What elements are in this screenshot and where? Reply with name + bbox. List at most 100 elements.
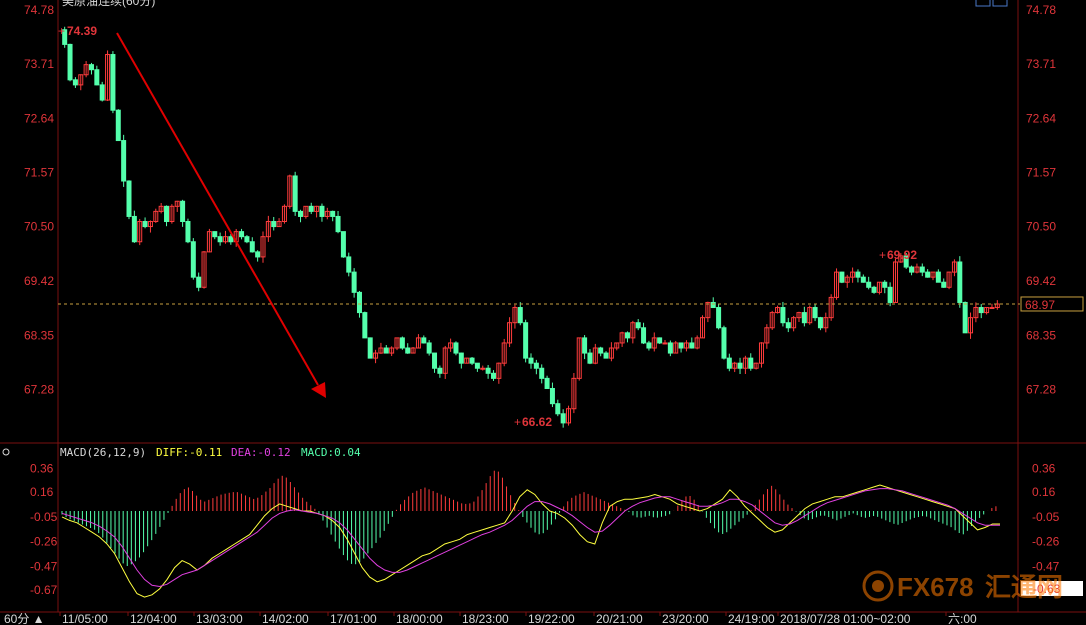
restore-icon[interactable] xyxy=(975,0,991,7)
candle-body xyxy=(99,84,105,101)
fx678-logo-inner xyxy=(872,580,884,592)
candle-body xyxy=(292,175,298,212)
candle-body xyxy=(217,236,223,243)
macd-tick-left: -0.67 xyxy=(30,583,58,597)
trend-arrow xyxy=(116,32,326,398)
macd-histogram xyxy=(61,470,997,567)
macd-tick-right: 0.36 xyxy=(1032,462,1056,476)
candle-body xyxy=(957,261,963,303)
local-high-price-label: 69.92 xyxy=(887,248,917,262)
time-label: 六:00 xyxy=(948,612,977,625)
macd-tick-left: 0.36 xyxy=(30,462,54,476)
candle-body xyxy=(308,205,314,212)
price-candles xyxy=(62,26,1000,428)
macd-label: MACD(26,12,9) xyxy=(60,446,146,459)
candle-body xyxy=(383,347,389,354)
maximize-icon[interactable] xyxy=(992,0,1008,7)
candle-body xyxy=(249,241,255,253)
candle-body xyxy=(340,231,346,258)
price-tick-left: 69.42 xyxy=(24,274,54,288)
candlestick-chart: 美原油连续(60分) 74.78 73.71 72.64 71.57 70.50 69.4… xyxy=(0,0,1086,625)
candle-body xyxy=(555,403,561,415)
candle-body xyxy=(142,221,148,228)
candle-body xyxy=(646,342,652,349)
price-tick-left: 70.50 xyxy=(24,220,54,234)
candle-body xyxy=(131,215,137,243)
time-label: 19/22:00 xyxy=(528,612,575,625)
last-price-value: 68.97 xyxy=(1025,298,1055,312)
candle-body xyxy=(437,367,443,374)
candle-body xyxy=(909,266,915,273)
macd-axis-left: 0.36 0.16 -0.05 -0.26 -0.47 -0.67 xyxy=(30,462,58,598)
candle-body xyxy=(678,342,684,349)
candle-body xyxy=(426,342,432,354)
time-label: 14/02:00 xyxy=(262,612,309,625)
price-tick-left: 68.35 xyxy=(24,328,54,342)
candle-body xyxy=(866,281,872,288)
price-tick-left: 72.64 xyxy=(24,111,54,125)
time-label: 12/04:00 xyxy=(130,612,177,625)
candle-body xyxy=(587,352,593,364)
chart-title: 美原油连续(60分) xyxy=(62,0,155,8)
local-high-marker: + xyxy=(879,248,886,262)
macd-legend: MACD(26,12,9) DIFF:-0.11 DEA:-0.12 MACD:… xyxy=(2,446,361,459)
candle-body xyxy=(549,387,555,405)
candle-body xyxy=(367,337,373,359)
window-buttons[interactable] xyxy=(975,0,1008,7)
price-axis-left: 74.78 73.71 72.64 71.57 70.50 69.42 68.35 67.28 xyxy=(24,3,54,397)
price-tick-left: 74.78 xyxy=(24,3,54,17)
candle-body xyxy=(989,307,995,310)
price-axis-right: 74.78 73.71 72.64 71.57 70.50 69.42 68.35 67.28 xyxy=(1026,3,1056,397)
candle-body xyxy=(855,271,861,278)
candle-body xyxy=(710,301,716,309)
candle-body xyxy=(882,281,888,288)
candle-body xyxy=(528,357,534,364)
candle-body xyxy=(662,342,668,345)
diff-label: DIFF:-0.11 xyxy=(156,446,222,459)
candle-body xyxy=(244,236,250,243)
indicator-icon[interactable] xyxy=(2,448,10,456)
watermark-text: FX678 xyxy=(897,572,974,602)
macd-tick-right: 0.16 xyxy=(1032,485,1056,499)
macd-tick-left: -0.47 xyxy=(30,559,58,573)
candle-body xyxy=(748,357,754,369)
candle-body xyxy=(185,221,191,243)
low-marker: + xyxy=(514,415,521,429)
candle-body xyxy=(346,256,352,273)
candle-body xyxy=(121,140,127,182)
price-tick-left: 73.71 xyxy=(24,57,54,71)
candle-body xyxy=(298,210,304,217)
candle-body xyxy=(962,301,968,334)
candle-body xyxy=(212,231,218,238)
high-price-label: 74.39 xyxy=(67,24,97,38)
candle-body xyxy=(919,266,925,273)
candle-body xyxy=(517,307,523,324)
candle-body xyxy=(624,332,630,339)
candle-body xyxy=(72,79,78,86)
period-selector[interactable]: 60分 ▲ xyxy=(4,612,45,625)
candle-body xyxy=(180,200,186,223)
candle-body xyxy=(598,347,604,354)
candle-body xyxy=(935,271,941,283)
candle-body xyxy=(689,342,695,349)
candle-body xyxy=(469,357,475,364)
price-tick-right: 72.64 xyxy=(1026,111,1056,125)
candle-body xyxy=(560,413,566,424)
candle-body xyxy=(319,205,325,217)
candle-body xyxy=(490,372,496,379)
candle-body xyxy=(88,64,94,71)
candle-body xyxy=(523,322,529,359)
candle-body xyxy=(817,317,823,329)
time-label: 18/00:00 xyxy=(396,612,443,625)
candle-body xyxy=(860,276,866,283)
candle-body xyxy=(126,180,132,217)
candle-body xyxy=(480,367,486,370)
high-marker: + xyxy=(58,24,65,38)
candle-body xyxy=(657,337,663,344)
candle-body xyxy=(641,327,647,344)
candle-body xyxy=(239,231,245,238)
price-tick-right: 74.78 xyxy=(1026,3,1056,17)
trend-arrow-line xyxy=(116,32,319,386)
candle-body xyxy=(330,210,336,217)
candle-body xyxy=(871,286,877,293)
